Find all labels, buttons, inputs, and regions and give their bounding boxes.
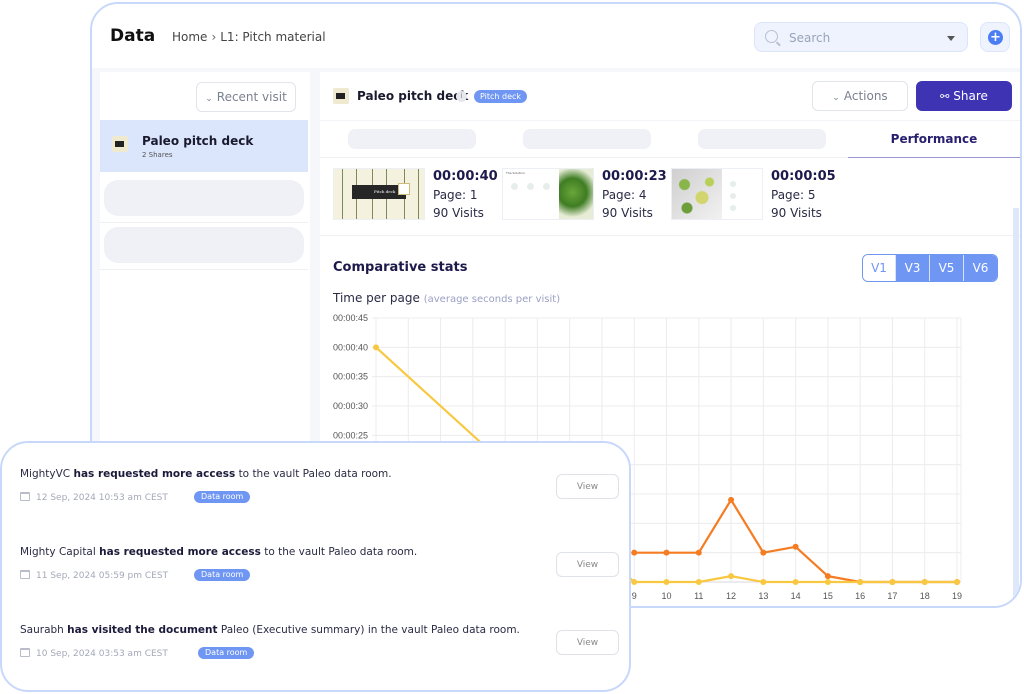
notification-actor: MightyVC [20, 468, 71, 480]
x-tick-label: 19 [952, 591, 962, 601]
top-bar: Data Home ›L1: Pitch material + [92, 4, 1020, 68]
add-button[interactable]: + [980, 22, 1010, 52]
notification-text: MightyVC has requested more access to th… [20, 468, 392, 480]
notification-date-text: 10 Sep, 2024 03:53 am CEST [36, 649, 168, 659]
data-point-yellow [824, 579, 831, 585]
sidebar-item-paleo-pitch-deck[interactable]: Paleo pitch deck 2 Shares [100, 120, 308, 172]
data-point-orange [728, 496, 735, 503]
search-input[interactable] [789, 29, 939, 47]
calendar-icon [20, 648, 30, 657]
x-tick-label: 13 [758, 591, 768, 601]
breadcrumb: Home › L1: Pitch material [172, 30, 326, 44]
placeholder-item [104, 180, 304, 216]
notification-item: Saurabh has visited the document Paleo (… [20, 624, 620, 694]
y-tick-label: 00:00:30 [333, 401, 368, 411]
search-icon [765, 30, 778, 43]
placeholder-item [104, 227, 304, 263]
x-tick-label: 18 [920, 591, 930, 601]
x-tick-label: 15 [823, 591, 833, 601]
chevron-down-icon[interactable] [947, 36, 955, 41]
data-point-yellow [631, 579, 638, 585]
breadcrumb-current[interactable]: L1: Pitch material [220, 30, 325, 44]
sidebar-item-label: Paleo pitch deck [142, 134, 254, 148]
data-point-yellow [889, 579, 896, 585]
x-tick-label: 14 [791, 591, 801, 601]
notification-detail: to the vault Paleo data room. [264, 546, 418, 558]
data-point-yellow [792, 579, 799, 585]
notification-tag: Data room [194, 569, 251, 581]
notification-date: 10 Sep, 2024 03:53 am CEST [20, 648, 168, 659]
y-tick-label: 00:00:25 [333, 430, 368, 440]
x-tick-label: 17 [887, 591, 897, 601]
y-tick-label: 00:00:40 [333, 342, 368, 352]
breadcrumb-home[interactable]: Home [172, 30, 207, 44]
y-tick-label: 00:00:35 [333, 372, 368, 382]
data-point-orange [663, 549, 670, 556]
x-tick-label: 9 [632, 591, 637, 601]
scrollbar[interactable] [1013, 208, 1019, 598]
data-point-yellow [695, 579, 702, 585]
search-box[interactable] [754, 22, 968, 52]
x-tick-label: 12 [726, 591, 736, 601]
notification-detail: Paleo (Executive summary) in the vault P… [220, 624, 520, 636]
data-point-yellow [760, 579, 767, 585]
recent-visit-button[interactable]: ⌄ Recent visit [196, 82, 296, 112]
notification-tag: Data room [198, 647, 255, 659]
data-point-yellow [728, 573, 735, 580]
recent-visit-label: Recent visit [216, 90, 287, 104]
notification-item: Mighty Capital has requested more access… [20, 546, 620, 616]
x-tick-label: 10 [661, 591, 671, 601]
sidebar-item-shares: 2 Shares [142, 151, 173, 159]
divider [100, 222, 308, 223]
calendar-icon [20, 492, 30, 501]
data-point-orange [631, 549, 638, 556]
notification-date: 12 Sep, 2024 10:53 am CEST [20, 492, 168, 503]
notification-date: 11 Sep, 2024 05:59 pm CEST [20, 570, 168, 581]
notification-tag: Data room [194, 491, 251, 503]
x-tick-label: 16 [855, 591, 865, 601]
document-thumbnail [112, 136, 128, 152]
chevron-down-icon: ⌄ [205, 94, 213, 104]
data-point-yellow [954, 579, 960, 585]
notification-date-text: 12 Sep, 2024 10:53 am CEST [36, 493, 168, 503]
notification-date-text: 11 Sep, 2024 05:59 pm CEST [36, 571, 169, 581]
x-tick-label: 11 [694, 591, 703, 601]
data-point-orange [792, 543, 799, 550]
page-title: Data [110, 26, 156, 46]
notification-detail: to the vault Paleo data room. [238, 468, 392, 480]
view-button[interactable]: View [556, 552, 619, 577]
notification-text: Mighty Capital has requested more access… [20, 546, 417, 558]
data-point-orange [824, 573, 831, 580]
view-button[interactable]: View [556, 474, 619, 499]
divider [100, 269, 308, 270]
data-point-orange [760, 549, 767, 556]
notification-action: has visited the document [67, 624, 218, 636]
notification-item: MightyVC has requested more access to th… [20, 468, 620, 538]
notification-actor: Mighty Capital [20, 546, 96, 558]
notification-action: has requested more access [73, 468, 236, 480]
data-point-orange [695, 549, 702, 556]
data-point-yellow [663, 579, 670, 585]
notification-actor: Saurabh [20, 624, 64, 636]
notification-text: Saurabh has visited the document Paleo (… [20, 624, 520, 636]
data-point-yellow [373, 344, 379, 351]
notifications-panel: MightyVC has requested more access to th… [0, 441, 631, 692]
notification-action: has requested more access [99, 546, 261, 558]
data-point-yellow [857, 579, 864, 585]
plus-icon: + [988, 30, 1003, 45]
data-point-yellow [921, 579, 928, 585]
y-tick-label: 00:00:45 [333, 313, 368, 323]
view-button[interactable]: View [556, 630, 619, 655]
calendar-icon [20, 570, 30, 579]
breadcrumb-separator: › [211, 30, 217, 44]
